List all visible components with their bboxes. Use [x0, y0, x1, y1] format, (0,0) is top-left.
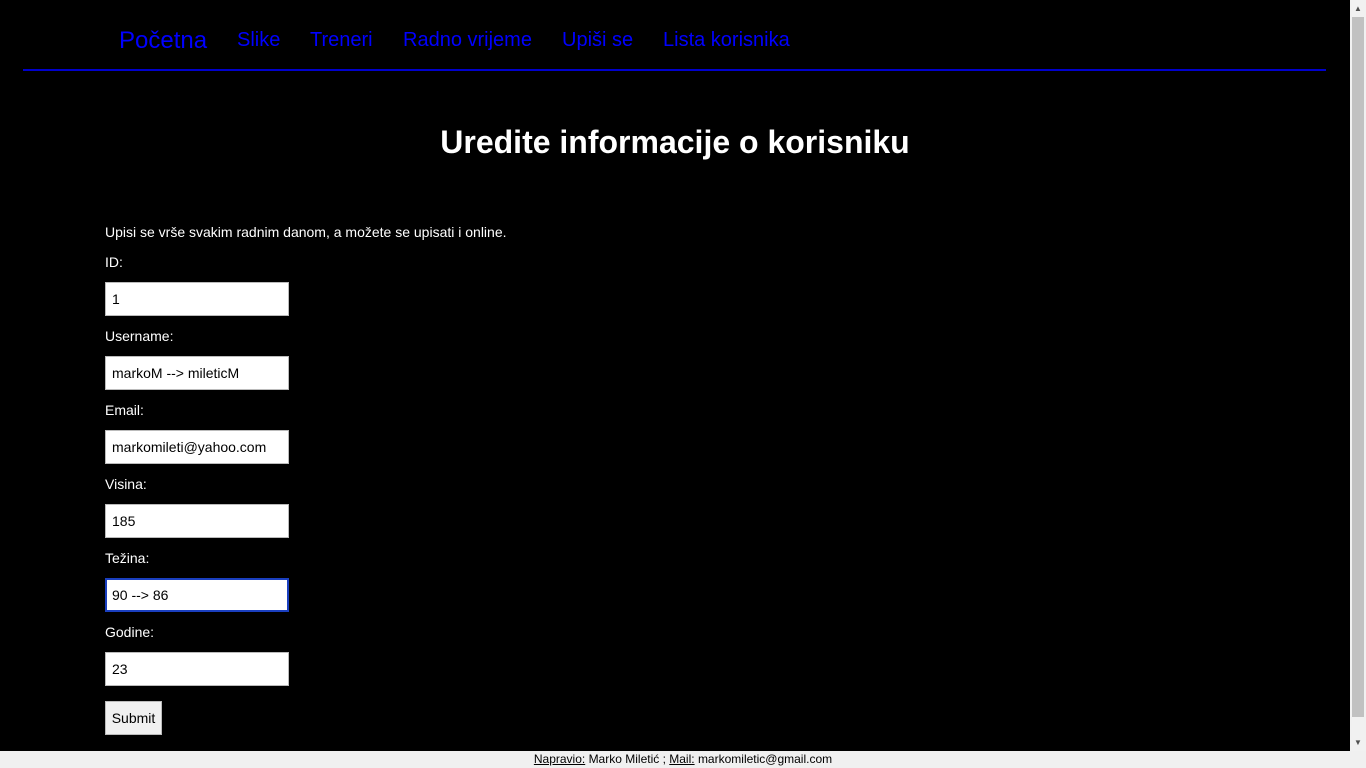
nav-link-slike[interactable]: Slike	[237, 29, 280, 52]
scrollbar-thumb[interactable]	[1352, 17, 1364, 717]
page-viewport: Početna Slike Treneri Radno vrijeme Upiš…	[0, 0, 1350, 751]
page-title: Uredite informacije o korisniku	[440, 124, 910, 160]
footer: Napravio: Marko Miletić ; Mail: markomil…	[0, 751, 1366, 768]
visina-input[interactable]	[105, 504, 289, 538]
page: Početna Slike Treneri Radno vrijeme Upiš…	[0, 0, 1366, 768]
godine-input[interactable]	[105, 652, 289, 686]
tezina-label: Težina:	[105, 550, 150, 566]
visina-label: Visina:	[105, 476, 147, 492]
scroll-up-arrow-icon[interactable]: ▲	[1350, 0, 1366, 17]
nav-link-pocetna[interactable]: Početna	[119, 27, 207, 55]
id-label: ID:	[105, 254, 123, 270]
username-label: Username:	[105, 328, 174, 344]
godine-label: Godine:	[105, 624, 155, 640]
email-input[interactable]	[105, 430, 289, 464]
tezina-input[interactable]	[105, 578, 289, 612]
email-label: Email:	[105, 402, 144, 418]
submit-button[interactable]: Submit	[105, 701, 162, 735]
footer-mail-label: Mail:	[669, 752, 695, 766]
nav-link-radno-vrijeme[interactable]: Radno vrijeme	[403, 29, 532, 52]
main-nav: Početna Slike Treneri Radno vrijeme Upiš…	[23, 0, 1326, 71]
nav-link-lista-korisnika[interactable]: Lista korisnika	[663, 29, 790, 52]
footer-author-name: Marko Miletić ;	[588, 752, 666, 766]
footer-author-label: Napravio:	[533, 752, 586, 766]
scroll-down-arrow-icon[interactable]: ▼	[1350, 734, 1366, 751]
vertical-scrollbar[interactable]: ▲ ▼	[1350, 0, 1366, 751]
id-input[interactable]	[105, 282, 289, 316]
nav-link-upisi-se[interactable]: Upiši se	[562, 29, 633, 52]
username-input[interactable]	[105, 356, 289, 390]
nav-link-treneri[interactable]: Treneri	[310, 29, 373, 52]
intro-text: Upisi se vrše svakim radnim danom, a mož…	[105, 224, 507, 240]
footer-mail-value: markomiletic@gmail.com	[697, 752, 833, 766]
